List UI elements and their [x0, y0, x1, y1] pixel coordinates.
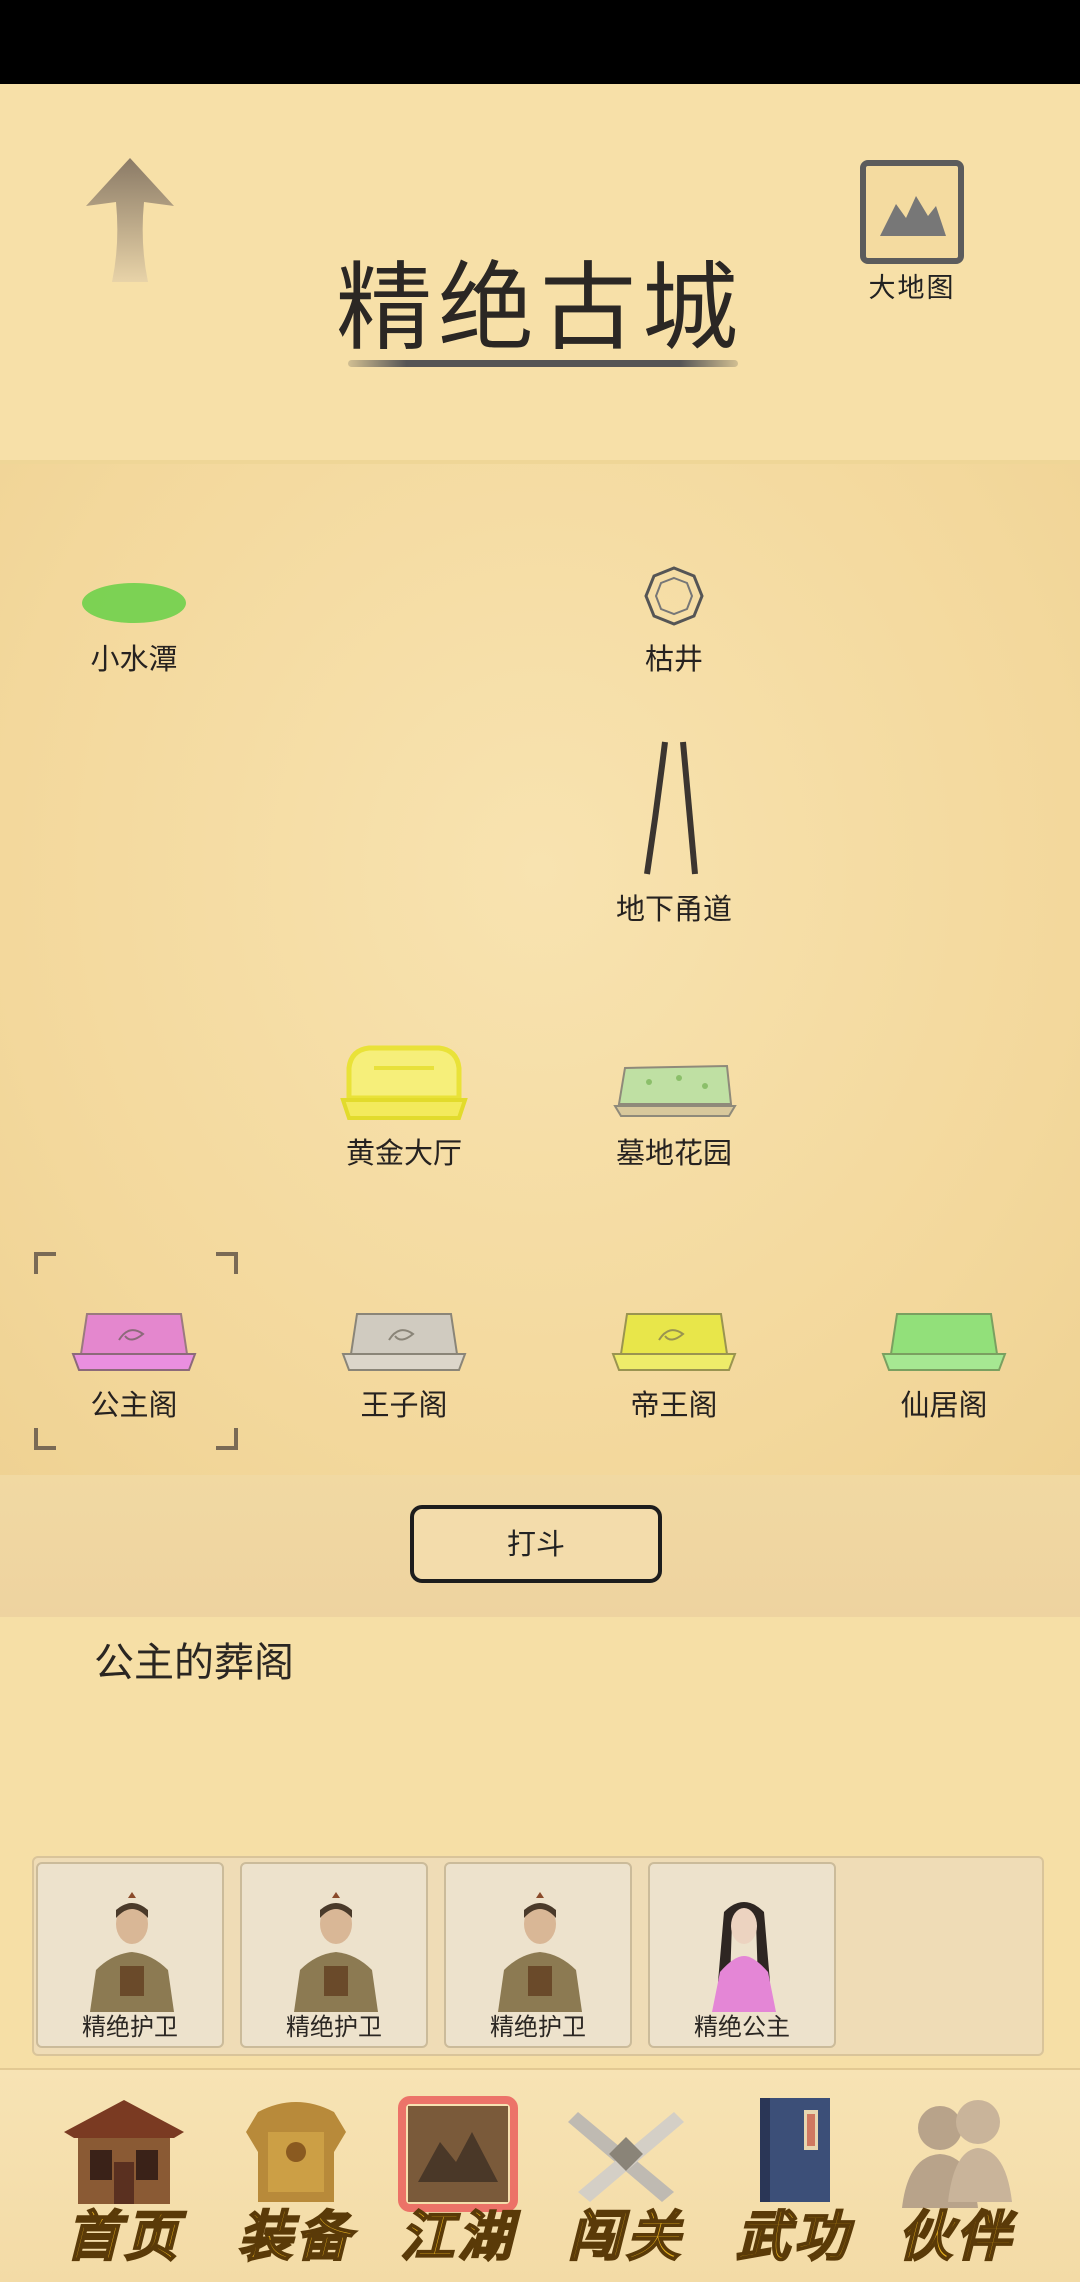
nav-martial-arts-label: 武功	[735, 2203, 852, 2269]
world-map-button[interactable]: 大地图	[852, 160, 972, 310]
nav-companions-label: 伙伴	[897, 2203, 1014, 2269]
nav-equipment-label: 装备	[237, 2203, 354, 2269]
location-tunnel[interactable]: 地下甬道	[574, 741, 774, 928]
pond-icon	[82, 583, 186, 623]
party-member-name: 精绝公主	[694, 2013, 790, 2041]
nav-challenge-label: 闯关	[567, 2203, 684, 2269]
golden-hall-icon	[340, 1045, 468, 1120]
emperor-pavilion-icon	[611, 1313, 737, 1371]
princess-portrait-icon	[712, 1902, 776, 2012]
party-member-card[interactable]: 精绝护卫	[36, 1862, 224, 2048]
location-label: 黄金大厅	[345, 1136, 462, 1170]
location-label: 地下甬道	[615, 892, 732, 926]
selection-corner	[214, 1250, 240, 1276]
location-label: 墓地花园	[615, 1136, 732, 1170]
location-label: 仙居阁	[900, 1388, 988, 1422]
header: 精绝古城 大地图	[0, 84, 1080, 460]
prince-pavilion-icon	[341, 1313, 467, 1371]
title-underline	[348, 360, 738, 367]
location-label: 枯井	[644, 642, 703, 676]
cemetery-garden-icon	[613, 1064, 737, 1117]
nav-jianghu-label: 江湖	[399, 2203, 516, 2269]
party-member-card[interactable]: 精绝护卫	[240, 1862, 428, 2048]
guard-portrait-icon	[498, 1892, 582, 2012]
well-icon	[644, 566, 704, 626]
nav-companions[interactable]: 伙伴	[878, 2092, 1034, 2269]
location-pond[interactable]: 小水潭	[34, 532, 234, 678]
guard-portrait-icon	[294, 1892, 378, 2012]
world-map-label: 大地图	[868, 273, 956, 304]
nav-challenge[interactable]: 闯关	[548, 2092, 704, 2269]
princess-pavilion-icon	[71, 1313, 197, 1371]
nav-martial-arts[interactable]: 武功	[716, 2092, 872, 2269]
mountain-icon	[860, 160, 964, 264]
immortal-pavilion-icon	[881, 1313, 1007, 1371]
location-cemetery-garden[interactable]: 墓地花园	[574, 1026, 774, 1172]
party-panel: 精绝护卫 精绝护卫 精绝护卫 精绝公主	[32, 1856, 1044, 2056]
location-label: 帝王阁	[630, 1388, 718, 1422]
nav-equipment[interactable]: 装备	[218, 2092, 374, 2269]
location-map: 小水潭 枯井 地下甬道 黄金大厅 墓地花园 公主阁 王子阁 帝王阁 仙居阁	[0, 460, 1080, 1479]
action-bar: 打斗	[0, 1475, 1080, 1617]
location-princess-pavilion[interactable]: 公主阁	[34, 1278, 234, 1424]
guard-portrait-icon	[90, 1892, 174, 2012]
location-emperor-pavilion[interactable]: 帝王阁	[574, 1278, 774, 1424]
party-member-name: 精绝护卫	[490, 2013, 586, 2041]
location-description: 公主的葬阁	[94, 1640, 294, 1686]
selection-corner	[214, 1426, 240, 1452]
party-member-card[interactable]: 精绝公主	[648, 1862, 836, 2048]
location-label: 王子阁	[360, 1388, 448, 1422]
location-prince-pavilion[interactable]: 王子阁	[304, 1278, 504, 1424]
selection-corner	[32, 1426, 58, 1452]
party-member-name: 精绝护卫	[82, 2013, 178, 2041]
nav-home[interactable]: 首页	[46, 2092, 202, 2269]
party-member-card[interactable]: 精绝护卫	[444, 1862, 632, 2048]
fight-button[interactable]: 打斗	[410, 1505, 662, 1583]
location-label: 公主阁	[90, 1388, 178, 1422]
tunnel-icon	[644, 741, 698, 875]
bottom-nav: 首页 装备 江湖 闯关 武功 伙伴	[0, 2068, 1080, 2282]
party-member-name: 精绝护卫	[286, 2013, 382, 2041]
status-bar	[0, 0, 1080, 84]
location-well[interactable]: 枯井	[574, 532, 774, 678]
nav-home-label: 首页	[65, 2203, 182, 2269]
selection-corner	[32, 1250, 58, 1276]
location-immortal-pavilion[interactable]: 仙居阁	[844, 1278, 1044, 1424]
nav-jianghu[interactable]: 江湖	[380, 2092, 536, 2269]
location-golden-hall[interactable]: 黄金大厅	[304, 1026, 504, 1172]
location-label: 小水潭	[90, 642, 178, 676]
